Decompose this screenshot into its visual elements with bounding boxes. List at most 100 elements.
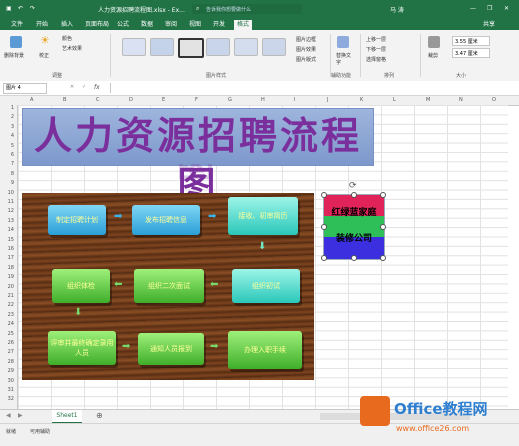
picture-style-4[interactable] (206, 38, 230, 56)
picture-layout-button[interactable]: 图片版式 (296, 56, 316, 63)
row-header[interactable]: 19 (8, 274, 14, 280)
tab-developer[interactable]: 开发 (210, 20, 228, 30)
row-header[interactable]: 31 (8, 387, 14, 393)
sheet-tab-sheet1[interactable]: Sheet1 (52, 410, 82, 424)
row-header[interactable]: 12 (8, 208, 14, 214)
minimize-icon[interactable]: — (470, 5, 476, 12)
picture-style-3[interactable] (178, 38, 204, 58)
row-header[interactable]: 28 (8, 359, 14, 365)
row-header[interactable]: 5 (11, 143, 14, 149)
column-header[interactable]: J (327, 97, 328, 103)
column-header[interactable]: I (294, 97, 295, 103)
row-header[interactable]: 8 (11, 171, 14, 177)
row-header[interactable]: 9 (11, 180, 14, 186)
redo-icon[interactable]: ↷ (30, 5, 35, 12)
crop-button[interactable]: 裁剪 (428, 52, 438, 59)
height-field[interactable]: 3.55 厘米 (452, 36, 490, 46)
column-header[interactable]: C (96, 97, 100, 103)
column-header[interactable]: A (30, 97, 33, 103)
column-header[interactable]: M (426, 97, 430, 103)
art-effects-button[interactable]: 艺术效果 (62, 45, 82, 52)
tab-view[interactable]: 视图 (186, 20, 204, 30)
row-header[interactable]: 30 (8, 378, 14, 384)
width-field[interactable]: 3.47 厘米 (452, 48, 490, 58)
send-backward-button[interactable]: 下移一层 (366, 46, 386, 53)
row-header[interactable]: 24 (8, 321, 14, 327)
row-header[interactable]: 6 (11, 152, 14, 158)
formula-input[interactable] (110, 83, 516, 93)
picture-style-2[interactable] (150, 38, 174, 56)
row-header[interactable]: 18 (8, 265, 14, 271)
restore-icon[interactable]: ❐ (487, 5, 492, 12)
row-header[interactable]: 27 (8, 349, 14, 355)
column-header[interactable]: L (393, 97, 396, 103)
user-name[interactable]: 马 涛 (390, 5, 404, 14)
fx-icon[interactable]: fx (94, 84, 100, 91)
row-header[interactable]: 7 (11, 161, 14, 167)
row-header[interactable]: 14 (8, 227, 14, 233)
tab-format[interactable]: 格式 (234, 20, 253, 30)
correct-button[interactable]: 校正 (39, 52, 49, 59)
row-header[interactable]: 29 (8, 368, 14, 374)
row-header[interactable]: 13 (8, 218, 14, 224)
row-header[interactable]: 17 (8, 255, 14, 261)
row-header[interactable]: 26 (8, 340, 14, 346)
save-icon[interactable]: ▣ (6, 5, 12, 12)
row-header[interactable]: 16 (8, 246, 14, 252)
row-header[interactable]: 25 (8, 331, 14, 337)
tab-page-layout[interactable]: 页面布局 (82, 20, 112, 30)
picture-effects-button[interactable]: 图片效果 (296, 46, 316, 53)
crop-icon[interactable] (428, 36, 440, 48)
cancel-icon[interactable]: ✕ (70, 84, 74, 90)
correct-icon[interactable]: ☀ (40, 34, 50, 47)
row-header[interactable]: 10 (8, 190, 14, 196)
company-logo-shape[interactable]: 红绿蓝家庭 装修公司 ⟳ (321, 181, 386, 261)
alt-text-icon[interactable] (337, 36, 349, 48)
resize-handle[interactable] (380, 255, 386, 261)
row-header[interactable]: 20 (8, 284, 14, 290)
alt-text-button[interactable]: 替换文字 (336, 52, 352, 66)
add-sheet-icon[interactable]: ⊕ (96, 411, 103, 420)
picture-style-6[interactable] (262, 38, 286, 56)
accessibility-status[interactable]: 可用辅助 (30, 428, 50, 435)
row-header[interactable]: 21 (8, 293, 14, 299)
remove-background-icon[interactable] (10, 36, 22, 48)
name-box[interactable]: 图片 4 (3, 83, 47, 94)
picture-border-button[interactable]: 图片边框 (296, 36, 316, 43)
prev-sheet-icon[interactable]: ◀ (6, 412, 11, 419)
share-button[interactable]: 共享 (480, 20, 498, 30)
column-header[interactable]: F (195, 97, 198, 103)
row-header[interactable]: 2 (11, 114, 14, 120)
column-header[interactable]: B (63, 97, 66, 103)
wordart-title[interactable]: 人力资源招聘流程图 (22, 108, 374, 208)
column-header[interactable]: E (162, 97, 165, 103)
next-sheet-icon[interactable]: ▶ (18, 412, 23, 419)
undo-icon[interactable]: ↶ (18, 5, 23, 12)
resize-handle[interactable] (321, 192, 327, 198)
row-header[interactable]: 23 (8, 312, 14, 318)
column-header[interactable]: O (492, 97, 496, 103)
flowchart-picture[interactable]: 制定招聘计划 ➡ 发布招聘信息 ➡ 接收、初审简历 ⬇ 组织初试 ⬅ 组织二次面… (22, 193, 314, 380)
resize-handle[interactable] (380, 192, 386, 198)
selection-pane-button[interactable]: 选择窗格 (366, 56, 386, 63)
resize-handle[interactable] (351, 192, 357, 198)
column-header[interactable]: N (459, 97, 463, 103)
resize-handle[interactable] (351, 255, 357, 261)
column-header[interactable]: G (228, 97, 232, 103)
tab-home[interactable]: 开始 (33, 20, 51, 30)
search-box[interactable]: ⌕ 告诉我你想要做什么 (192, 4, 302, 14)
tab-data[interactable]: 数据 (138, 20, 156, 30)
close-icon[interactable]: ✕ (504, 5, 509, 12)
bring-forward-button[interactable]: 上移一层 (366, 36, 386, 43)
remove-background-button[interactable]: 删除背景 (4, 52, 24, 59)
row-header[interactable]: 15 (8, 237, 14, 243)
resize-handle[interactable] (321, 255, 327, 261)
column-header[interactable]: K (360, 97, 363, 103)
row-header[interactable]: 32 (8, 396, 14, 402)
row-header[interactable]: 11 (8, 199, 14, 205)
resize-handle[interactable] (321, 224, 327, 230)
tab-insert[interactable]: 插入 (58, 20, 76, 30)
resize-handle[interactable] (380, 224, 386, 230)
column-header[interactable]: D (129, 97, 133, 103)
enter-icon[interactable]: ✓ (82, 84, 86, 90)
